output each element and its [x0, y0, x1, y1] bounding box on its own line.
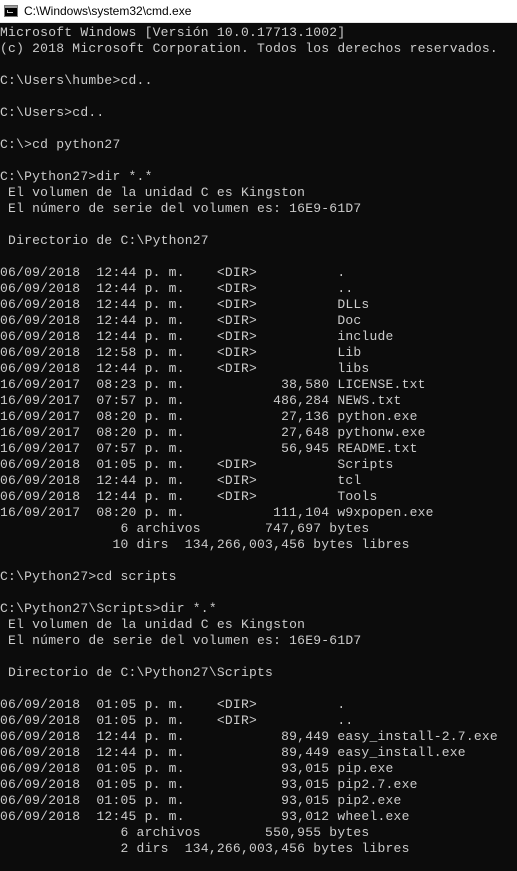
console-line: 06/09/2018 12:44 p. m. <DIR> .. — [0, 281, 354, 296]
console-line: Directorio de C:\Python27\Scripts — [0, 665, 274, 680]
console-line: 06/09/2018 12:44 p. m. 89,449 easy_insta… — [0, 745, 466, 760]
console-line: 16/09/2017 08:23 p. m. 38,580 LICENSE.tx… — [0, 377, 426, 392]
console-line: Microsoft Windows [Versión 10.0.17713.10… — [0, 25, 346, 40]
console-line: 06/09/2018 01:05 p. m. 93,015 pip.exe — [0, 761, 394, 776]
console-line: 6 archivos 550,955 bytes — [0, 825, 370, 840]
console-line: 06/09/2018 12:44 p. m. 89,449 easy_insta… — [0, 729, 498, 744]
console-line: 16/09/2017 08:20 p. m. 27,136 python.exe — [0, 409, 418, 424]
console-line: 06/09/2018 01:05 p. m. 93,015 pip2.7.exe — [0, 777, 418, 792]
console-output[interactable]: Microsoft Windows [Versión 10.0.17713.10… — [0, 25, 517, 871]
console-line: 06/09/2018 01:05 p. m. 93,015 pip2.exe — [0, 793, 402, 808]
console-line: 6 archivos 747,697 bytes — [0, 521, 370, 536]
console-line: 06/09/2018 01:05 p. m. <DIR> Scripts — [0, 457, 394, 472]
console-line: 06/09/2018 01:05 p. m. <DIR> .. — [0, 713, 354, 728]
console-line: 2 dirs 134,266,003,456 bytes libres — [0, 841, 410, 856]
console-line: 06/09/2018 12:44 p. m. <DIR> Doc — [0, 313, 362, 328]
console-line: 16/09/2017 08:20 p. m. 27,648 pythonw.ex… — [0, 425, 426, 440]
console-line: 06/09/2018 12:44 p. m. <DIR> include — [0, 329, 394, 344]
cmd-window: C:\Windows\system32\cmd.exe Microsoft Wi… — [0, 0, 517, 871]
console-line: 06/09/2018 12:45 p. m. 93,012 wheel.exe — [0, 809, 410, 824]
console-line: 06/09/2018 12:44 p. m. <DIR> libs — [0, 361, 370, 376]
console-line: 16/09/2017 07:57 p. m. 56,945 README.txt — [0, 441, 418, 456]
console-line: 16/09/2017 07:57 p. m. 486,284 NEWS.txt — [0, 393, 402, 408]
console-line: El número de serie del volumen es: 16E9-… — [0, 201, 362, 216]
console-line: C:\Users>cd.. — [0, 105, 105, 120]
console-line: 06/09/2018 12:44 p. m. <DIR> DLLs — [0, 297, 370, 312]
console-line: 06/09/2018 12:44 p. m. <DIR> Tools — [0, 489, 378, 504]
cmd-icon[interactable] — [4, 5, 18, 17]
console-line: C:\Python27>dir *.* — [0, 169, 153, 184]
console-line: 06/09/2018 01:05 p. m. <DIR> . — [0, 697, 346, 712]
console-line: C:\>cd python27 — [0, 137, 121, 152]
console-line: 16/09/2017 08:20 p. m. 111,104 w9xpopen.… — [0, 505, 434, 520]
title-bar[interactable]: C:\Windows\system32\cmd.exe — [0, 0, 517, 23]
console-line: El número de serie del volumen es: 16E9-… — [0, 633, 362, 648]
console-line: (c) 2018 Microsoft Corporation. Todos lo… — [0, 41, 498, 56]
console-line: El volumen de la unidad C es Kingston — [0, 185, 306, 200]
console-line: 06/09/2018 12:44 p. m. <DIR> tcl — [0, 473, 362, 488]
console-line: El volumen de la unidad C es Kingston — [0, 617, 306, 632]
console-line: C:\Python27>cd scripts — [0, 569, 177, 584]
console-line: C:\Users\humbe>cd.. — [0, 73, 153, 88]
console-line: 10 dirs 134,266,003,456 bytes libres — [0, 537, 410, 552]
console-line: C:\Python27\Scripts>dir *.* — [0, 601, 217, 616]
console-line: 06/09/2018 12:44 p. m. <DIR> . — [0, 265, 346, 280]
window-title: C:\Windows\system32\cmd.exe — [24, 4, 192, 18]
console-line: 06/09/2018 12:58 p. m. <DIR> Lib — [0, 345, 362, 360]
console-line: Directorio de C:\Python27 — [0, 233, 209, 248]
